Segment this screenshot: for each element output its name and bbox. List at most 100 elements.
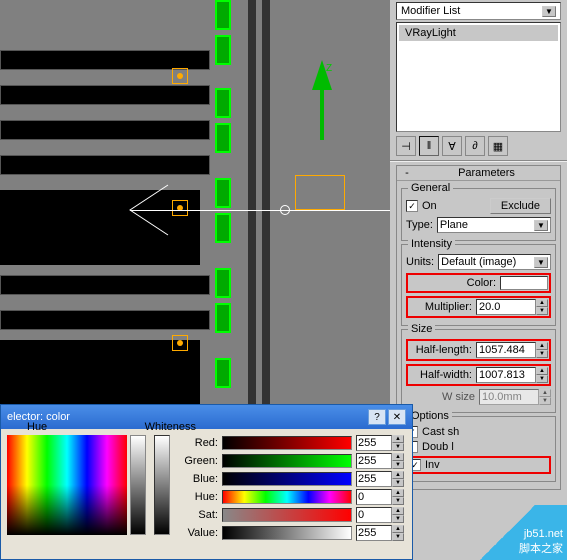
command-panel: Modifier List ▼ VRayLight ⊣ ‖ ∀ ∂ ▦ - Pa… [390, 0, 567, 560]
spinner-up-icon[interactable]: ▲ [392, 471, 404, 479]
green-slider[interactable] [222, 454, 352, 468]
blue-slider[interactable] [222, 472, 352, 486]
pivot-icon[interactable] [280, 205, 290, 215]
sat-input[interactable] [356, 507, 392, 523]
geometry-object[interactable] [215, 88, 231, 118]
spinner-up-icon[interactable]: ▲ [536, 299, 548, 307]
geometry-edge [0, 120, 210, 140]
spinner-down-icon[interactable]: ▼ [392, 479, 404, 487]
group-label: Options [408, 410, 452, 422]
geometry-block [0, 340, 200, 404]
spinner-up-icon[interactable]: ▲ [392, 435, 404, 443]
green-input[interactable] [356, 453, 392, 469]
spinner-down-icon[interactable]: ▼ [392, 515, 404, 523]
spinner-up-icon[interactable]: ▲ [392, 489, 404, 497]
chevron-down-icon[interactable]: ▼ [542, 6, 556, 17]
spinner-down-icon[interactable]: ▼ [392, 533, 404, 541]
spinner-down-icon[interactable]: ▼ [392, 461, 404, 469]
chevron-down-icon[interactable]: ▼ [534, 257, 548, 268]
spinner-down-icon[interactable]: ▼ [392, 443, 404, 451]
geometry-block [0, 190, 200, 265]
modifier-list-dropdown[interactable]: Modifier List ▼ [396, 2, 561, 20]
geometry-strip [248, 0, 256, 404]
value-input[interactable] [356, 525, 392, 541]
geometry-strip [262, 0, 270, 404]
watermark-line1: jb51.net [519, 528, 563, 540]
geometry-object[interactable] [215, 178, 231, 208]
whiteness-label: Whiteness [145, 421, 196, 433]
half-width-spinner[interactable]: ▲▼ [476, 367, 548, 383]
spinner-up-icon[interactable]: ▲ [392, 525, 404, 533]
spinner-up-icon[interactable]: ▲ [536, 367, 548, 375]
stack-item-vraylight[interactable]: VRayLight [399, 25, 558, 41]
viewport[interactable]: Z [0, 0, 390, 404]
spinner-down-icon[interactable]: ▼ [536, 375, 548, 383]
geometry-object[interactable] [215, 35, 231, 65]
rollout-header[interactable]: - Parameters [397, 166, 560, 181]
axis-label: Z [326, 63, 332, 74]
type-value: Plane [440, 219, 468, 231]
half-length-label: Half-length: [416, 344, 472, 356]
spinner-up-icon[interactable]: ▲ [392, 453, 404, 461]
spinner-up-icon[interactable]: ▲ [392, 507, 404, 515]
help-button[interactable]: ? [368, 409, 386, 425]
spinner-down-icon[interactable]: ▼ [536, 307, 548, 315]
hue-picker[interactable] [7, 435, 127, 535]
geometry-object[interactable] [215, 303, 231, 333]
multiplier-spinner[interactable]: ▲▼ [476, 299, 548, 315]
chevron-down-icon[interactable]: ▼ [534, 220, 548, 231]
rgb-panel: Red:▲▼ Green:▲▼ Blue:▲▼ Hue:▲▼ Sat:▲▼ Va… [178, 435, 404, 541]
whiteness-slider[interactable] [130, 435, 146, 535]
red-input[interactable] [356, 435, 392, 451]
spinner-down-icon[interactable]: ▼ [536, 350, 548, 358]
configure-sets-button[interactable]: ▦ [488, 136, 508, 156]
geometry-object[interactable] [215, 268, 231, 298]
multiplier-input[interactable] [476, 299, 536, 315]
light-object[interactable] [172, 335, 188, 351]
light-object[interactable] [172, 68, 188, 84]
pin-stack-button[interactable]: ⊣ [396, 136, 416, 156]
geometry-object[interactable] [215, 123, 231, 153]
half-length-input[interactable] [476, 342, 536, 358]
spinner-down-icon[interactable]: ▼ [392, 497, 404, 505]
geometry-edge [0, 310, 210, 330]
doub-label: Doub l [422, 441, 454, 453]
geometry-object[interactable] [215, 213, 231, 243]
value-label: Value: [178, 527, 218, 539]
show-end-result-button[interactable]: ‖ [419, 136, 439, 156]
on-checkbox[interactable]: ✓ [406, 200, 418, 212]
type-dropdown[interactable]: Plane ▼ [437, 217, 551, 233]
close-button[interactable]: ✕ [388, 409, 406, 425]
w-size-spinner: ▲▼ [479, 389, 551, 405]
collapse-icon[interactable]: - [401, 167, 413, 179]
light-object[interactable] [172, 200, 188, 216]
cast-label: Cast sh [422, 426, 459, 438]
dialog-titlebar[interactable]: elector: color ? ✕ [1, 405, 412, 429]
sat-slider[interactable] [222, 508, 352, 522]
intensity-group: Intensity Units: Default (image) ▼ Color… [401, 244, 556, 326]
blue-input[interactable] [356, 471, 392, 487]
color-swatch[interactable] [500, 276, 548, 290]
value-slider[interactable] [154, 435, 170, 535]
geometry-edge [0, 85, 210, 105]
green-label: Green: [178, 455, 218, 467]
remove-modifier-button[interactable]: ∂ [465, 136, 485, 156]
val-slider[interactable] [222, 526, 352, 540]
red-slider[interactable] [222, 436, 352, 450]
red-label: Red: [178, 437, 218, 449]
units-dropdown[interactable]: Default (image) ▼ [438, 254, 551, 270]
geometry-object[interactable] [215, 358, 231, 388]
make-unique-button[interactable]: ∀ [442, 136, 462, 156]
modifier-list-label: Modifier List [401, 5, 460, 17]
geometry-edge [0, 155, 210, 175]
selected-light[interactable] [295, 175, 345, 210]
hue-input[interactable] [356, 489, 392, 505]
spinner-up-icon[interactable]: ▲ [536, 342, 548, 350]
half-length-spinner[interactable]: ▲▼ [476, 342, 548, 358]
hue-slider[interactable] [222, 490, 352, 504]
exclude-button[interactable]: Exclude [490, 198, 551, 214]
geometry-object[interactable] [215, 0, 231, 30]
modifier-stack[interactable]: VRayLight [396, 22, 561, 132]
rollout-title: Parameters [417, 167, 556, 179]
half-width-input[interactable] [476, 367, 536, 383]
